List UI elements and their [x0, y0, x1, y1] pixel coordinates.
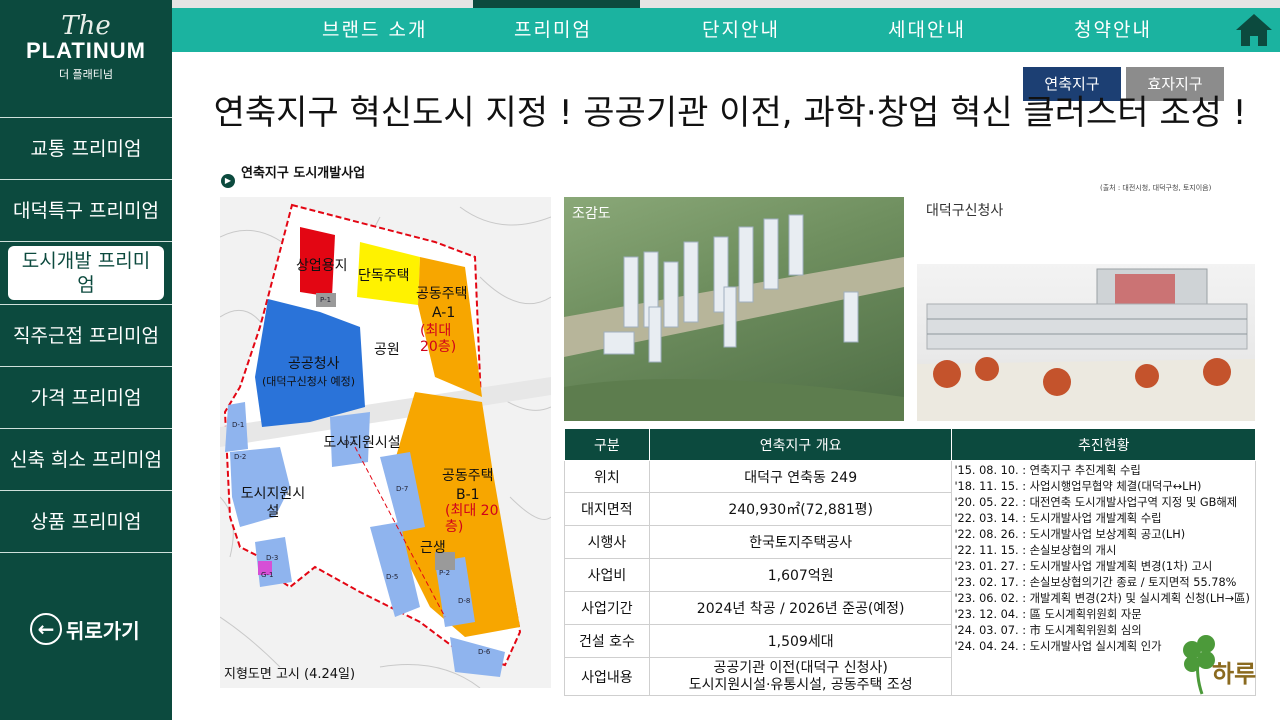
haru-text: 하루: [1212, 660, 1257, 688]
map-label-gov-note: (대덕구신청사 예정): [262, 375, 356, 388]
map-label-apt-a1-code: A-1: [432, 305, 456, 321]
row-label: 사업기간: [564, 591, 650, 625]
map-label-neighborhood: 근생: [420, 540, 446, 556]
map-label-apt-b1-code: B-1: [456, 487, 480, 503]
map-label-apt-b1-height: (최대 20층): [445, 503, 499, 535]
tab-premium[interactable]: 프리미엄: [514, 8, 592, 52]
brand-logo[interactable]: The PLATINUM 더 플래티넘: [0, 12, 172, 82]
map-label-commercial: 상업용지: [296, 258, 348, 274]
progress-item: '23. 02. 17. : 손실보상협의기간 종료 / 토지면적 55.78%: [954, 576, 1237, 589]
row-value: 240,930㎡(72,881평): [648, 492, 953, 526]
map-tag: P-2: [439, 569, 451, 577]
progress-item: '22. 03. 14. : 도시개발사업 개발계획 수립: [954, 512, 1162, 525]
cityhall-rendering: [917, 264, 1255, 421]
row-label: 시행사: [564, 525, 650, 559]
map-label-apt-a1-height: (최대 20층): [420, 323, 457, 355]
row-value: 대덕구 연축동 249: [648, 460, 953, 493]
map-tag: D-1: [232, 421, 245, 429]
map-tag: D-4: [344, 439, 357, 447]
arrow-left-icon: ←: [30, 613, 62, 645]
map-caption: 지형도면 고시 (4.24일): [224, 667, 356, 682]
map-tag: P-1: [320, 296, 332, 304]
sidebar-item-daedeok[interactable]: 대덕특구 프리미엄: [0, 180, 172, 242]
map-tag: D-2: [234, 453, 247, 461]
site-plan-map: 상업용지 단독주택 공동주택 A-1 (최대 20층) 공원 공공청사 (대덕구…: [220, 197, 551, 688]
row-label: 사업내용: [564, 657, 650, 696]
map-tag: D-5: [386, 573, 399, 581]
progress-item: '22. 11. 15. : 손실보상협의 개시: [954, 544, 1117, 557]
progress-item: '22. 08. 26. : 도시개발사업 보상계획 공고(LH): [954, 528, 1186, 541]
sidebar: The PLATINUM 더 플래티넘 교통 프리미엄 대덕특구 프리미엄 도시…: [0, 0, 172, 720]
table-header-overview: 연축지구 개요: [648, 428, 953, 461]
map-label-support2: 도시지원시설: [240, 486, 306, 520]
map-tag: D-7: [396, 485, 409, 493]
row-label: 위치: [564, 460, 650, 493]
map-tag: D-6: [478, 648, 491, 656]
progress-item: '18. 11. 15. : 사업시행업무협약 체결(대덕구↔LH): [954, 480, 1202, 493]
tab-brand[interactable]: 브랜드 소개: [322, 8, 427, 52]
progress-item: '23. 01. 27. : 도시개발사업 개발계획 변경(1차) 고시: [954, 560, 1213, 573]
progress-item: '23. 12. 04. : 區 도시계획위원회 자문: [954, 608, 1142, 621]
row-value: 2024년 착공 / 2026년 준공(예정): [648, 591, 953, 625]
sidebar-item-price[interactable]: 가격 프리미엄: [0, 367, 172, 429]
cityhall-illustration: [917, 268, 1255, 421]
project-info-table: 구분 연축지구 개요 추진현황 위치 대덕구 연축동 249 '15. 08. …: [564, 428, 1256, 696]
back-button[interactable]: ← 뒤로가기: [30, 613, 140, 645]
tab-subscription[interactable]: 청약안내: [1074, 8, 1152, 52]
top-strip: [172, 0, 1280, 8]
sidebar-menu: 교통 프리미엄 대덕특구 프리미엄 도시개발 프리미엄 직주근접 프리미엄 가격…: [0, 117, 172, 553]
row-value: 1,509세대: [648, 624, 953, 658]
map-tag: D-3: [266, 554, 279, 562]
brand-name: PLATINUM: [25, 38, 147, 63]
sidebar-item-product[interactable]: 상품 프리미엄: [0, 491, 172, 553]
progress-item: '23. 06. 02. : 개발계획 변경(2차) 및 실시계획 신청(LH→…: [954, 592, 1250, 605]
tab-unit[interactable]: 세대안내: [888, 8, 966, 52]
tab-complex[interactable]: 단지안내: [702, 8, 780, 52]
row-value: 한국토지주택공사: [648, 525, 953, 559]
sidebar-item-urban-development[interactable]: 도시개발 프리미엄: [8, 246, 164, 300]
row-label: 사업비: [564, 558, 650, 592]
progress-item: '15. 08. 10. : 연축지구 추진계획 수립: [954, 464, 1141, 477]
home-icon[interactable]: [1234, 12, 1274, 48]
source-note: (출처 : 대전시청, 대덕구청, 토지이음): [1100, 184, 1212, 192]
map-label-support1: 도시지원시설: [323, 435, 401, 451]
sidebar-item-transport[interactable]: 교통 프리미엄: [0, 118, 172, 180]
brand-the: The: [61, 11, 111, 41]
sidebar-item-wrap: 도시개발 프리미엄: [0, 246, 172, 305]
map-label-detached: 단독주택: [358, 268, 410, 284]
row-label: 건설 호수: [564, 624, 650, 658]
map-title-text: 연축지구 도시개발사업: [241, 166, 366, 181]
row-value-multiline: 공공기관 이전(대덕구 신청사) 도시지원시설·유통시설, 공동주택 조성: [648, 657, 953, 696]
table-header-category: 구분: [564, 428, 650, 461]
map-label-park: 공원: [374, 342, 400, 358]
row-value-line: 도시지원시설·유통시설, 공동주택 조성: [688, 676, 913, 693]
birdseye-illustration: [564, 214, 904, 421]
play-icon: ▶: [221, 174, 235, 188]
map-label-apt-b1: 공동주택: [442, 468, 494, 484]
brand-korean: 더 플래티넘: [58, 68, 114, 81]
haru-logo: 하루: [1178, 632, 1264, 696]
birdseye-label: 조감도: [572, 206, 611, 222]
map-tag: G-1: [261, 571, 274, 579]
back-label: 뒤로가기: [66, 618, 140, 643]
row-label: 대지면적: [564, 492, 650, 526]
map-label-gov: 공공청사: [288, 356, 340, 372]
table-header-progress: 추진현황: [951, 428, 1256, 461]
row-value-line: 공공기관 이전(대덕구 신청사): [713, 659, 888, 676]
map-title: ▶ 연축지구 도시개발사업: [221, 166, 389, 188]
cityhall-label: 대덕구신청사: [926, 203, 1004, 219]
row-value: 1,607억원: [648, 558, 953, 592]
sidebar-item-proximity[interactable]: 직주근접 프리미엄: [0, 305, 172, 367]
progress-item: '20. 05. 22. : 대전연축 도시개발사업구역 지정 및 GB해제: [954, 496, 1238, 509]
map-label-apt-a1: 공동주택: [416, 286, 468, 302]
sidebar-item-new-build[interactable]: 신축 희소 프리미엄: [0, 429, 172, 491]
active-tab-indicator: [473, 0, 640, 8]
map-tag: D-8: [458, 597, 471, 605]
page-title: 연축지구 혁신도시 지정 ! 공공기관 이전, 과학·창업 혁신 클러스터 조성…: [213, 93, 1247, 133]
birdseye-rendering: [564, 197, 904, 421]
